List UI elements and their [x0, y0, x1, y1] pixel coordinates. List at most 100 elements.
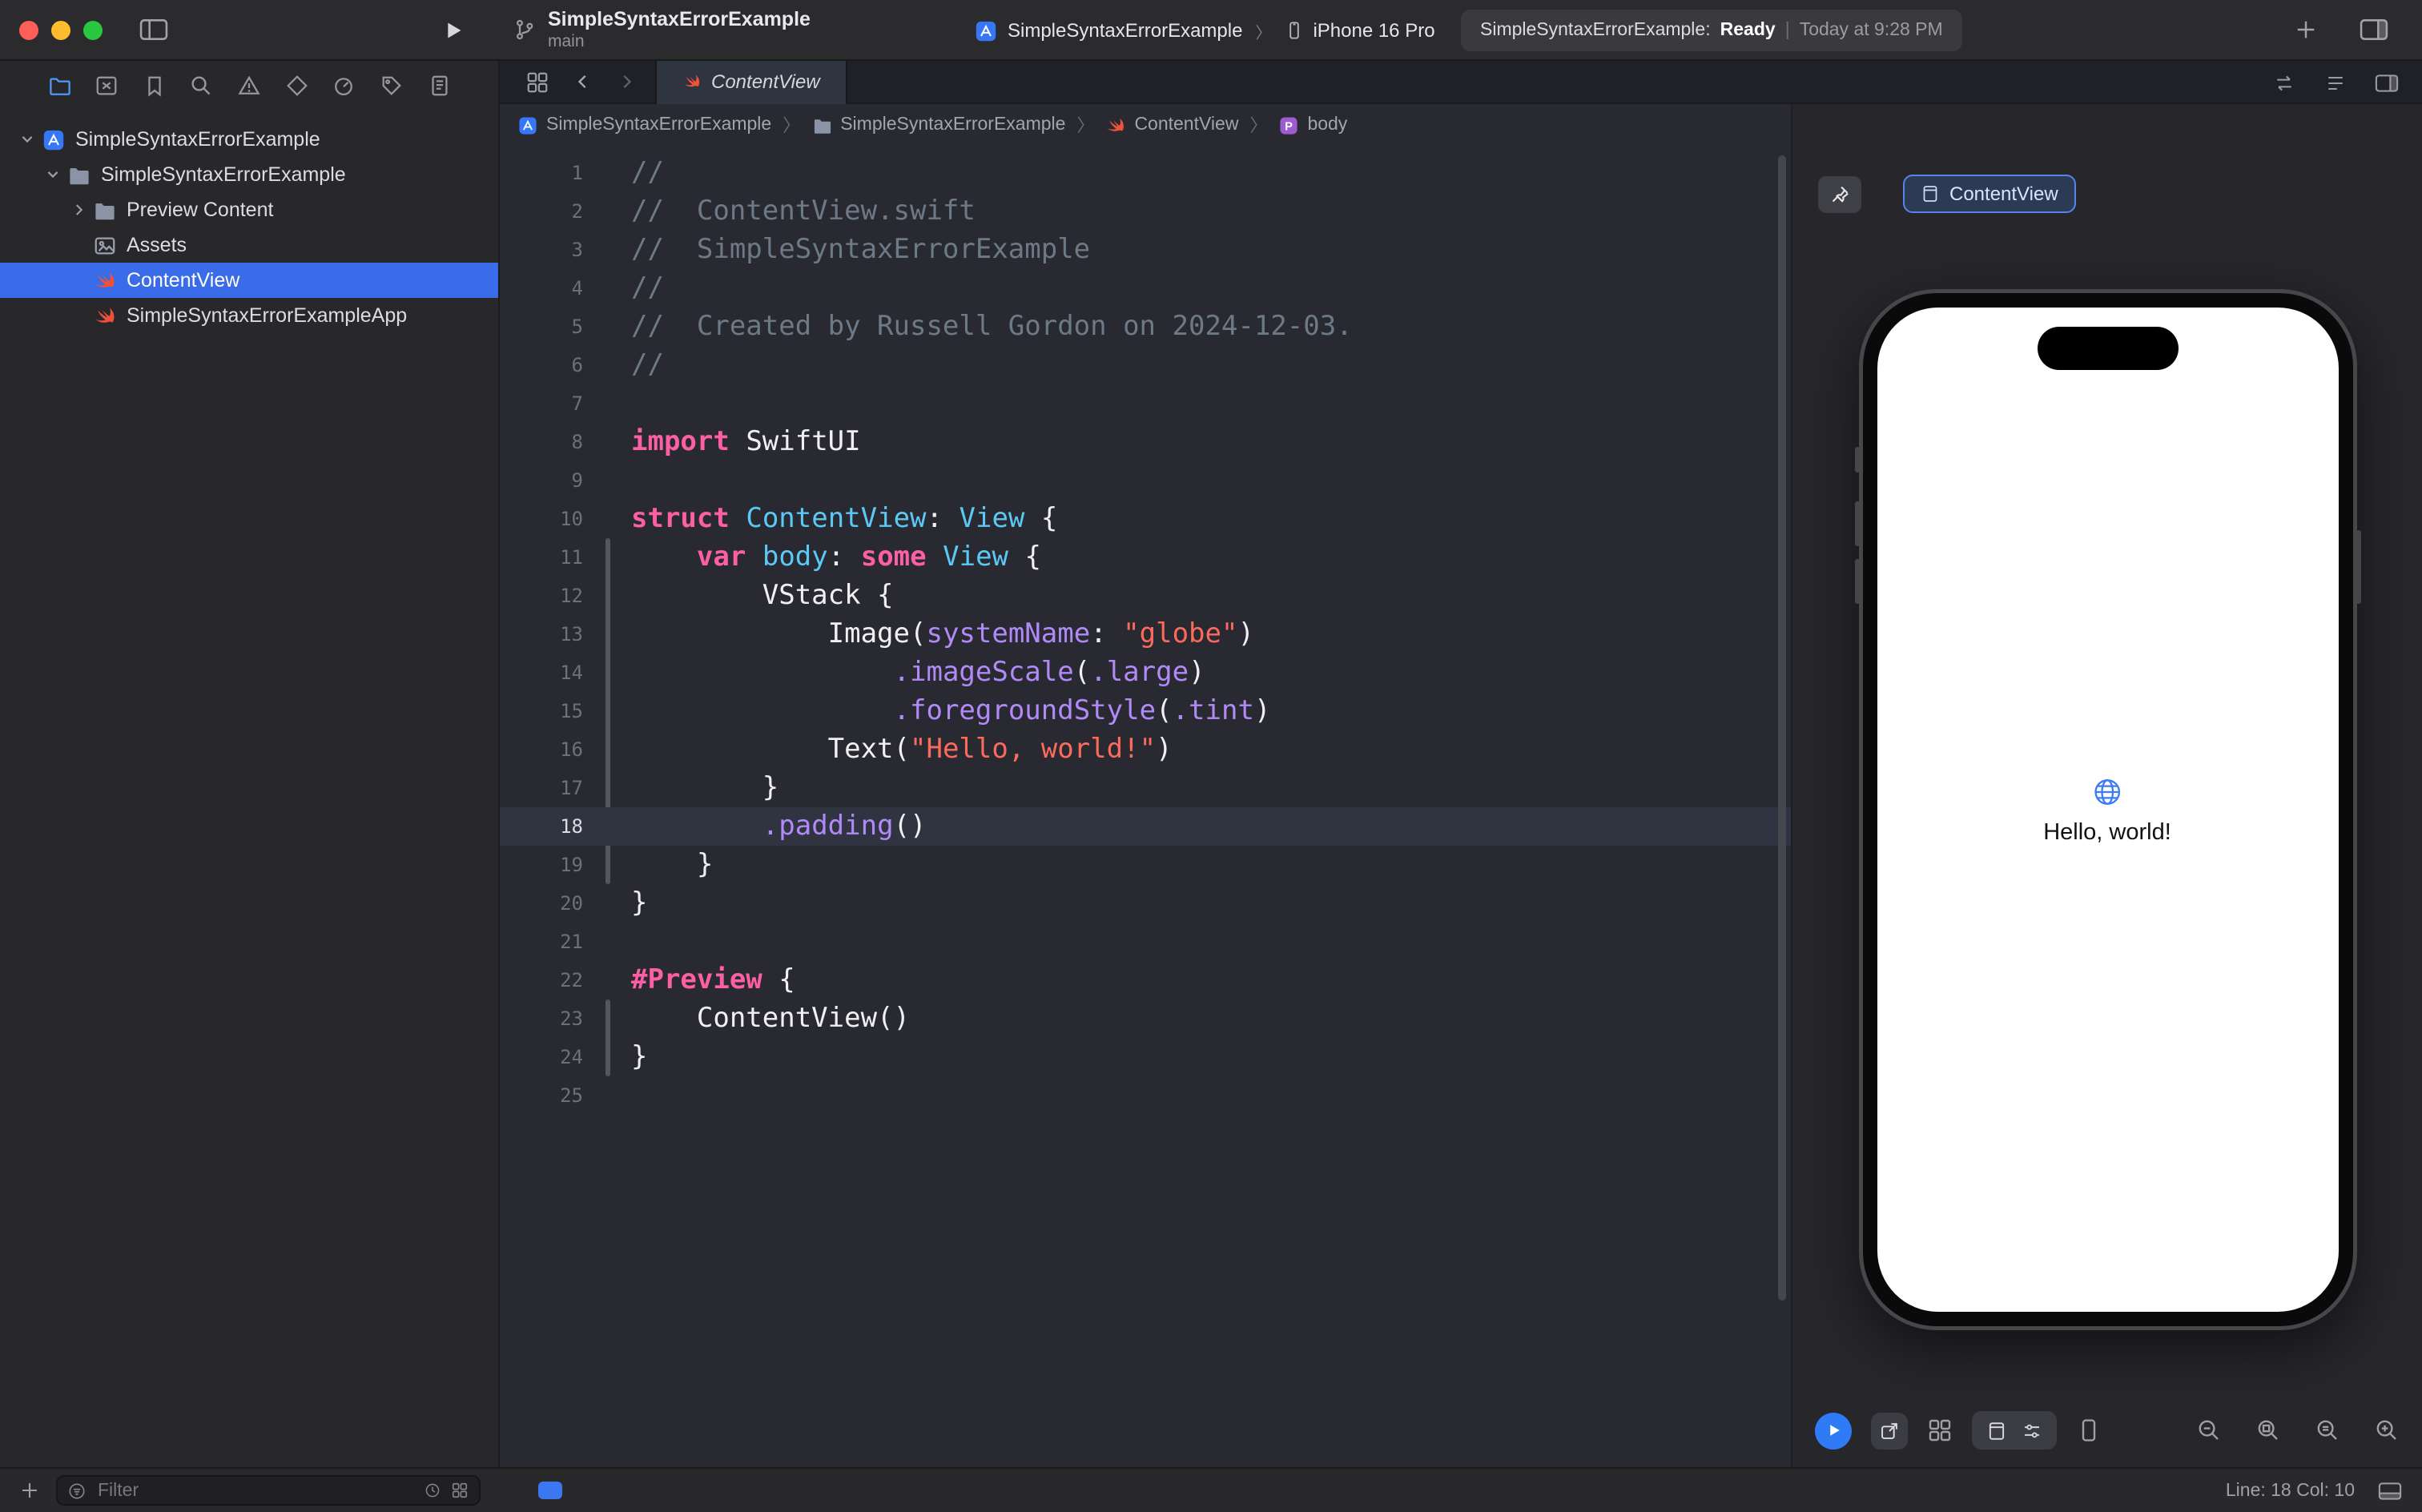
code-line-19[interactable]: 19 }	[500, 846, 1791, 884]
line-number[interactable]: 3	[500, 231, 583, 269]
disclosure-down-icon[interactable]	[42, 163, 64, 186]
forward-icon[interactable]	[617, 72, 636, 91]
tab-contentview[interactable]: ContentView	[655, 60, 847, 103]
code-text[interactable]: #Preview {	[631, 961, 795, 999]
add-file-button[interactable]	[19, 1480, 40, 1501]
scheme-name[interactable]: SimpleSyntaxErrorExample	[1008, 19, 1242, 42]
sidebar-item-assets[interactable]: Assets	[0, 227, 498, 263]
line-number[interactable]: 20	[500, 884, 583, 923]
code-text[interactable]: .padding()	[631, 807, 927, 846]
code-line-24[interactable]: 24}	[500, 1038, 1791, 1076]
code-line-23[interactable]: 23 ContentView()	[500, 999, 1791, 1038]
code-review-icon[interactable]	[2271, 71, 2297, 94]
sidebar-toggle-icon[interactable]	[138, 16, 170, 43]
code-line-7[interactable]: 7	[500, 384, 1791, 423]
add-button[interactable]	[2294, 18, 2318, 42]
recents-clock-icon[interactable]	[423, 1482, 442, 1499]
run-destination[interactable]: iPhone 16 Pro	[1313, 19, 1434, 42]
sidebar-item-project-root[interactable]: SimpleSyntaxErrorExample	[0, 122, 498, 157]
pin-preview-button[interactable]	[1818, 175, 1861, 212]
line-number[interactable]: 4	[500, 269, 583, 308]
preview-tab-pill[interactable]: ContentView	[1903, 175, 2076, 213]
line-number[interactable]: 12	[500, 577, 583, 615]
code-text[interactable]: }	[631, 769, 779, 807]
variants-button[interactable]	[1927, 1418, 1953, 1443]
line-number[interactable]: 25	[500, 1076, 583, 1115]
disclosure-down-icon[interactable]	[16, 128, 38, 151]
code-line-17[interactable]: 17 }	[500, 769, 1791, 807]
zoom-button[interactable]	[83, 21, 103, 40]
code-line-6[interactable]: 6 //	[500, 346, 1791, 384]
line-number[interactable]: 23	[500, 999, 583, 1038]
code-line-8[interactable]: 8 import SwiftUI	[500, 423, 1791, 461]
code-line-5[interactable]: 5 // Created by Russell Gordon on 2024-12…	[500, 308, 1791, 346]
line-number[interactable]: 1	[500, 154, 583, 192]
code-text[interactable]: //	[631, 346, 664, 384]
tab-overview-icon[interactable]	[525, 70, 549, 94]
sidebar-item-preview-content[interactable]: Preview Content	[0, 192, 498, 227]
line-number[interactable]: 22	[500, 961, 583, 999]
breadcrumb-0[interactable]: SimpleSyntaxErrorExample	[517, 115, 771, 135]
navigator-bookmarks-button[interactable]	[137, 67, 172, 103]
line-number[interactable]: 18	[500, 807, 583, 846]
code-text[interactable]: }	[631, 846, 714, 884]
code-text[interactable]: struct ContentView: View {	[631, 500, 1057, 538]
live-preview-button[interactable]	[1815, 1412, 1852, 1449]
code-text[interactable]: var body: some View {	[631, 538, 1041, 577]
navigator-debug-button[interactable]	[327, 67, 362, 103]
code-line-12[interactable]: 12 VStack {	[500, 577, 1791, 615]
code-line-4[interactable]: 4 //	[500, 269, 1791, 308]
code-line-20[interactable]: 20}	[500, 884, 1791, 923]
canvas-indicator-chip[interactable]	[538, 1482, 562, 1499]
code-text[interactable]: Text("Hello, world!")	[631, 730, 1173, 769]
breadcrumb-1[interactable]: SimpleSyntaxErrorExample	[811, 115, 1065, 135]
editor-layout-icon[interactable]	[2358, 16, 2390, 43]
breadcrumb-2[interactable]: ContentView	[1105, 115, 1238, 135]
navigator-reports-button[interactable]	[421, 67, 457, 103]
code-text[interactable]: .imageScale(.large)	[631, 653, 1205, 692]
navigator-project-navigator-button[interactable]	[42, 67, 77, 103]
device-settings-button[interactable]	[1972, 1411, 2057, 1450]
code-line-11[interactable]: 11 var body: some View {	[500, 538, 1791, 577]
code-area[interactable]: 1 // 2 // ContentView.swift 3 // SimpleSyntax…	[500, 146, 1791, 1467]
line-number[interactable]: 14	[500, 653, 583, 692]
sidebar-item-app-file[interactable]: SimpleSyntaxErrorExampleApp	[0, 298, 498, 333]
navigator-source-control-button[interactable]	[89, 67, 124, 103]
code-line-25[interactable]: 25	[500, 1076, 1791, 1115]
sidebar-item-group-simplesyntaxerrorexample[interactable]: SimpleSyntaxErrorExample	[0, 157, 498, 192]
code-text[interactable]: }	[631, 1038, 648, 1076]
editor-scrollbar[interactable]	[1778, 155, 1786, 1301]
minimap-icon[interactable]	[2323, 71, 2348, 94]
code-text[interactable]: // ContentView.swift	[631, 192, 976, 231]
line-number[interactable]: 24	[500, 1038, 583, 1076]
line-number[interactable]: 16	[500, 730, 583, 769]
zoom-fit-button[interactable]	[2255, 1418, 2281, 1443]
line-number[interactable]: 9	[500, 461, 583, 500]
code-text[interactable]: VStack {	[631, 577, 894, 615]
line-number[interactable]: 6	[500, 346, 583, 384]
sidebar-item-contentview[interactable]: ContentView	[0, 263, 498, 298]
minimize-button[interactable]	[51, 21, 70, 40]
navigator-tests-button[interactable]	[279, 67, 314, 103]
scheme-selector[interactable]: SimpleSyntaxErrorExample 〉 iPhone 16 Pro	[974, 13, 1435, 48]
device-button[interactable]	[2076, 1418, 2102, 1443]
code-line-1[interactable]: 1 //	[500, 154, 1791, 192]
code-text[interactable]: import SwiftUI	[631, 423, 861, 461]
selectable-mode-button[interactable]	[1871, 1412, 1908, 1449]
code-line-16[interactable]: 16 Text("Hello, world!")	[500, 730, 1791, 769]
code-text[interactable]: }	[631, 884, 648, 923]
code-text[interactable]: // Created by Russell Gordon on 2024-12-…	[631, 308, 1353, 346]
preview-screen[interactable]: Hello, world!	[1877, 308, 2338, 1312]
code-line-18[interactable]: 18 .padding()	[500, 807, 1791, 846]
line-number[interactable]: 5	[500, 308, 583, 346]
line-number[interactable]: 10	[500, 500, 583, 538]
line-number[interactable]: 11	[500, 538, 583, 577]
line-number[interactable]: 21	[500, 923, 583, 961]
disclosure-right-icon[interactable]	[67, 199, 90, 221]
navigator-find-button[interactable]	[184, 67, 219, 103]
zoom-100-button[interactable]	[2315, 1418, 2340, 1443]
line-number[interactable]: 13	[500, 615, 583, 653]
bottom-panel-icon[interactable]	[2377, 1479, 2403, 1502]
code-text[interactable]: //	[631, 269, 664, 308]
navigator-breakpoints-button[interactable]	[374, 67, 409, 103]
